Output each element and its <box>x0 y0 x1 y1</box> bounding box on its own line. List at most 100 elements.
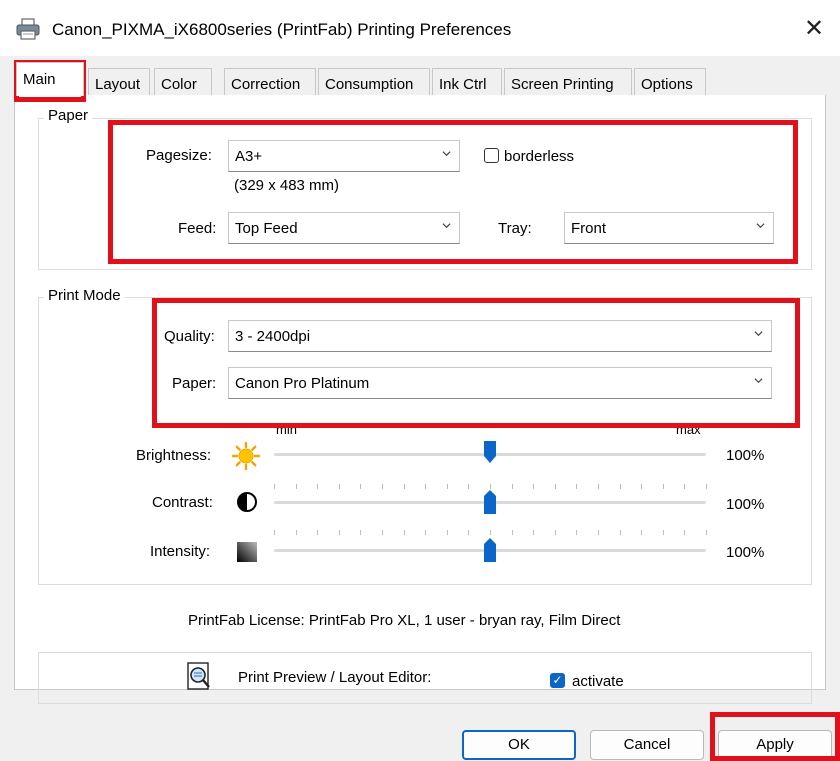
chevron-down-icon <box>442 151 451 157</box>
paper-type-value: Canon Pro Platinum <box>235 375 370 392</box>
tab-screen-printing[interactable]: Screen Printing <box>504 68 632 95</box>
close-button[interactable]: ✕ <box>804 14 824 43</box>
intensity-label: Intensity: <box>150 543 211 560</box>
print-mode-legend: Print Mode <box>44 287 125 304</box>
slider-tick <box>468 530 470 535</box>
slider-tick <box>662 484 664 489</box>
window-title: Canon_PIXMA_iX6800series (PrintFab) Prin… <box>52 20 512 39</box>
slider-tick <box>317 530 319 535</box>
slider-tick <box>511 484 513 489</box>
ok-button[interactable]: OK <box>462 730 576 760</box>
quality-label: Quality: <box>164 328 215 345</box>
slider-tick <box>425 484 427 489</box>
slider-tick <box>295 530 297 535</box>
slider-tick <box>576 484 578 489</box>
slider-tick <box>338 484 340 489</box>
apply-button[interactable]: Apply <box>718 730 832 760</box>
slider-tick <box>598 530 599 535</box>
chevron-down-icon <box>754 331 763 337</box>
chevron-down-icon <box>756 223 765 229</box>
slider-tick <box>446 530 448 535</box>
brightness-label: Brightness: <box>136 447 212 464</box>
pagesize-value: A3+ <box>235 148 263 165</box>
slider-tick <box>641 530 643 535</box>
slider-tick <box>662 530 664 535</box>
tab-options[interactable]: Options <box>634 68 706 95</box>
tab-layout[interactable]: Layout <box>88 68 150 95</box>
slider-tick <box>295 484 297 489</box>
slider-tick <box>446 484 448 489</box>
slider-tick <box>382 484 383 489</box>
slider-tick <box>403 530 405 535</box>
feed-value: Top Feed <box>235 220 298 237</box>
brightness-value: 100% <box>726 447 765 464</box>
cancel-button[interactable]: Cancel <box>590 730 704 760</box>
slider-tick <box>338 530 340 535</box>
slider-tick <box>641 484 643 489</box>
slider-tick <box>360 484 362 489</box>
slider-tick <box>533 530 535 535</box>
magnifier-icon <box>187 662 210 690</box>
activate-checkbox[interactable]: ✓ <box>550 673 565 688</box>
slider-tick <box>554 530 556 535</box>
brightness-slider-thumb[interactable] <box>483 440 497 464</box>
slider-tick <box>554 484 556 489</box>
pagesize-select[interactable]: A3+ <box>228 140 460 172</box>
tray-label: Tray: <box>498 220 532 237</box>
borderless-label: borderless <box>504 148 575 165</box>
contrast-slider-thumb[interactable] <box>483 489 497 515</box>
intensity-value: 100% <box>726 544 765 561</box>
contrast-label: Contrast: <box>152 494 213 511</box>
slider-min-label: min <box>276 422 297 437</box>
pagesize-label: Pagesize: <box>146 147 212 164</box>
feed-select[interactable]: Top Feed <box>228 212 460 244</box>
slider-tick <box>274 484 275 489</box>
tab-color[interactable]: Color <box>154 68 212 95</box>
borderless-checkbox[interactable] <box>484 148 499 163</box>
slider-tick <box>684 484 686 489</box>
slider-tick <box>382 530 383 535</box>
sun-icon <box>232 442 260 470</box>
tray-value: Front <box>571 220 607 237</box>
tab-correction[interactable]: Correction <box>224 68 316 95</box>
slider-tick <box>274 530 275 535</box>
slider-tick <box>533 484 535 489</box>
intensity-slider-thumb[interactable] <box>483 537 497 563</box>
tab-ink-ctrl[interactable]: Ink Ctrl <box>432 68 502 95</box>
slider-tick <box>598 484 599 489</box>
activate-label: activate <box>572 673 624 690</box>
slider-tick <box>619 484 621 489</box>
chevron-down-icon <box>442 223 451 229</box>
license-text: PrintFab License: PrintFab Pro XL, 1 use… <box>188 612 621 629</box>
pagesize-dimensions: (329 x 483 mm) <box>234 177 340 194</box>
slider-tick <box>360 530 362 535</box>
slider-tick <box>576 530 578 535</box>
printer-icon <box>16 18 40 40</box>
paper-type-label: Paper: <box>172 375 217 392</box>
quality-value: 3 - 2400dpi <box>235 328 311 345</box>
tab-main[interactable]: Main <box>16 62 84 96</box>
slider-tick <box>317 484 319 489</box>
tab-consumption[interactable]: Consumption <box>318 68 430 95</box>
slider-tick <box>684 530 686 535</box>
chevron-down-icon <box>754 378 763 384</box>
slider-tick <box>706 530 707 535</box>
slider-tick <box>619 530 621 535</box>
paper-legend: Paper <box>44 107 93 124</box>
slider-tick <box>511 530 513 535</box>
paper-type-select[interactable]: Canon Pro Platinum <box>228 367 772 399</box>
slider-tick <box>468 484 470 489</box>
contrast-value: 100% <box>726 496 765 513</box>
preview-label: Print Preview / Layout Editor: <box>238 669 432 686</box>
slider-tick <box>403 484 405 489</box>
feed-label: Feed: <box>178 220 217 237</box>
quality-select[interactable]: 3 - 2400dpi <box>228 320 772 352</box>
slider-tick <box>425 530 427 535</box>
contrast-icon <box>237 492 257 512</box>
slider-tick <box>490 530 491 535</box>
intensity-ticks <box>274 530 707 536</box>
slider-max-label: max <box>676 422 701 437</box>
tray-select[interactable]: Front <box>564 212 774 244</box>
intensity-icon <box>237 542 257 562</box>
slider-tick <box>706 484 707 489</box>
